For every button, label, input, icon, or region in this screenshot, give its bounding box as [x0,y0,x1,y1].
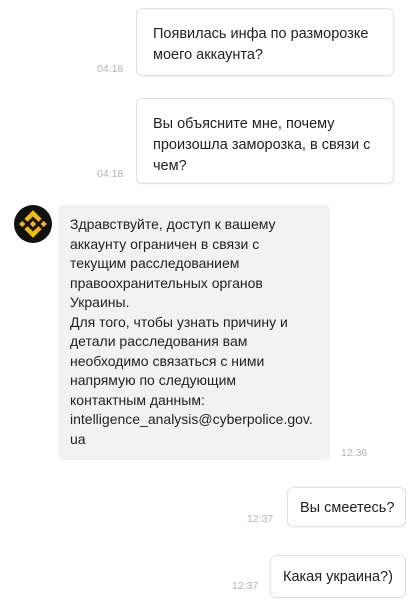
message-timestamp: 04:18 [97,63,124,75]
message-timestamp: 12:37 [247,513,274,525]
message-timestamp: 04:18 [97,168,124,180]
message-text: Какая украина?) [283,569,393,585]
message-text: Здравствуйте, доступ к вашему аккаунту о… [70,216,288,408]
chat-thread: Появилась инфа по разморозке моего аккау… [0,0,419,604]
message-bubble-outgoing[interactable]: Вы смеетесь? [287,487,406,527]
message-text: Появилась инфа по разморозке моего аккау… [153,26,369,63]
message-text: Вы объясните мне, почему произошла замор… [153,116,371,174]
contact-email-link[interactable]: intelligence_analysis@cyberpolice.gov. u… [70,410,317,449]
message-timestamp: 12:37 [232,580,259,592]
message-timestamp: 12:36 [341,447,368,459]
message-text: Вы смеетесь? [300,500,395,516]
message-bubble-outgoing[interactable]: Появилась инфа по разморозке моего аккау… [136,8,394,76]
message-bubble-incoming[interactable]: Здравствуйте, доступ к вашему аккаунту о… [58,205,330,460]
message-bubble-outgoing[interactable]: Какая украина?) [270,555,406,598]
binance-logo-icon [19,210,47,238]
message-bubble-outgoing[interactable]: Вы объясните мне, почему произошла замор… [136,98,394,184]
sender-avatar[interactable] [14,205,52,243]
